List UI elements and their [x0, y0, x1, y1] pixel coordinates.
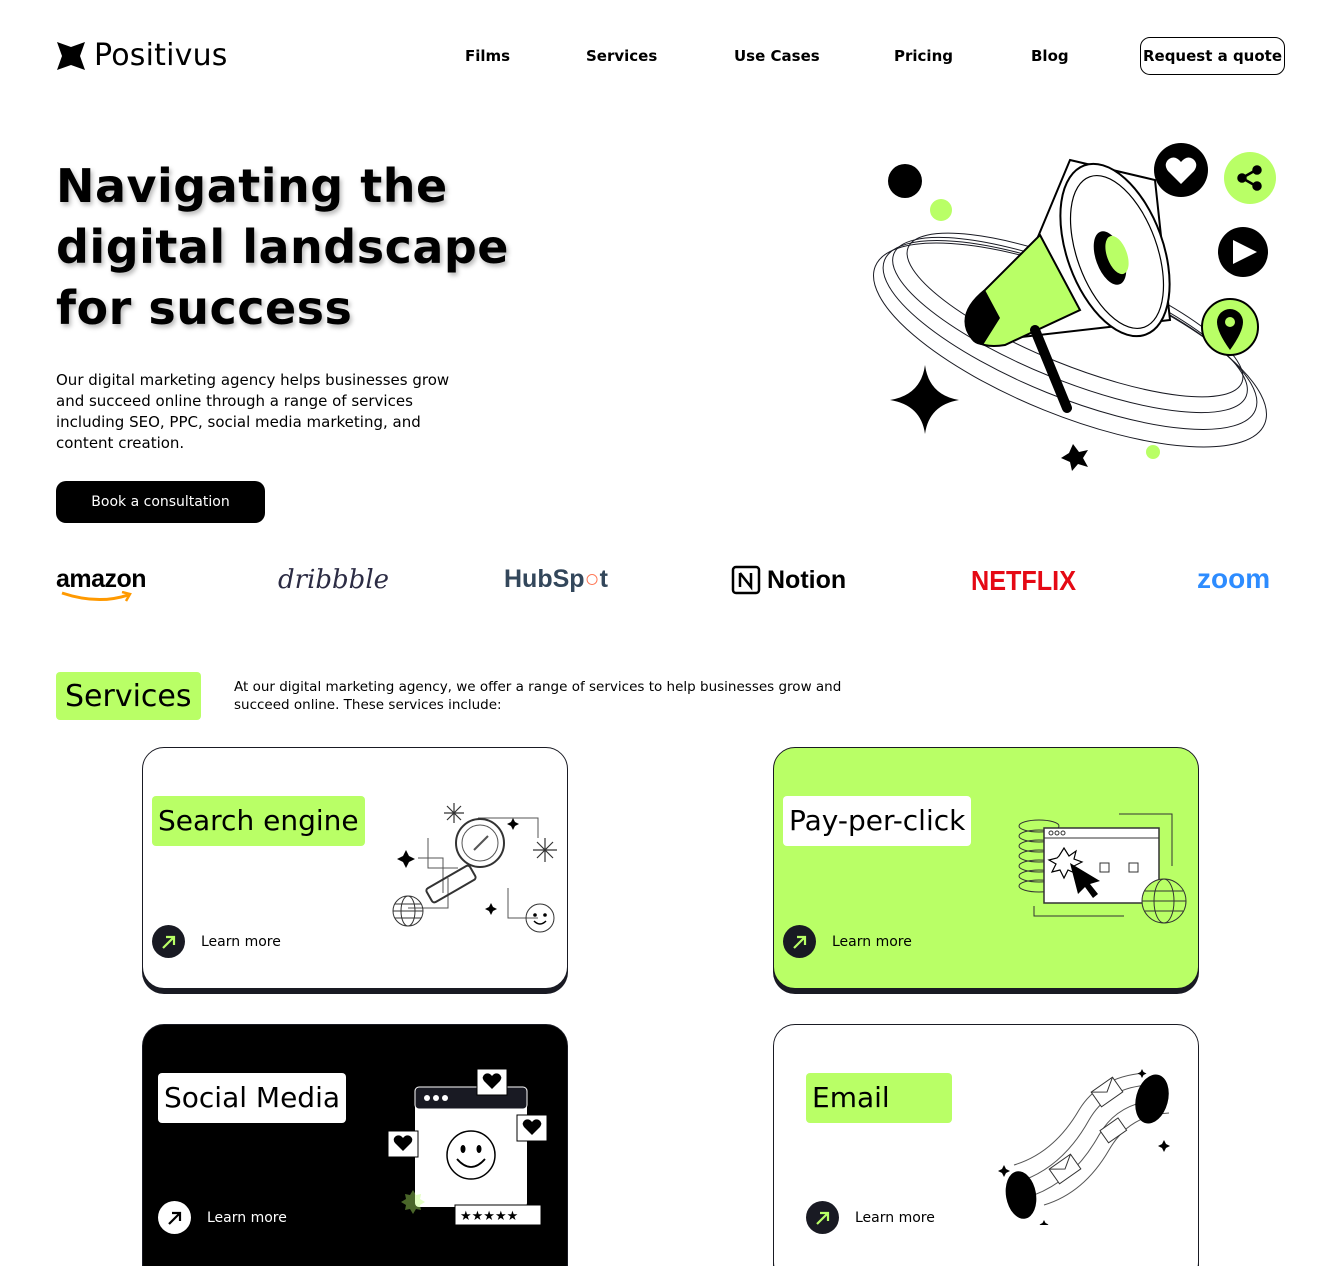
book-consultation-button[interactable]: Book a consultation	[56, 481, 265, 523]
logo-zoom: zoom	[1197, 563, 1271, 594]
learn-more-label: Learn more	[201, 933, 281, 950]
click-illustration	[1018, 813, 1187, 924]
hero-title-line-1: Navigating the	[56, 159, 448, 213]
card-title: Pay-per-click	[783, 796, 972, 846]
logo-hubspot-text: HubSp	[504, 565, 585, 593]
hero-title-line-2: digital landscape	[56, 220, 510, 274]
card-title: Search engine	[152, 796, 365, 846]
logo-netflix: NETFLIX	[971, 565, 1077, 596]
logo-dribbble: dribbble	[278, 565, 390, 595]
service-card-pay-per-click[interactable]: Pay-per-click Learn more	[773, 747, 1199, 989]
brand-name: Positivus	[94, 38, 228, 73]
card-title: Social Media	[158, 1073, 347, 1123]
service-card-social-media[interactable]: Social Media Learn more ★★★★★	[142, 1024, 568, 1266]
arrow-up-right-icon	[158, 1201, 191, 1234]
email-illustration	[998, 1069, 1170, 1225]
learn-more-link[interactable]: Learn more	[158, 1201, 287, 1234]
nav-pricing[interactable]: Pricing	[894, 47, 953, 65]
learn-more-link[interactable]: Learn more	[783, 925, 912, 958]
logo-star-icon	[57, 41, 85, 70]
logo-notion: Notion	[731, 565, 846, 595]
hubspot-sprocket-icon: ○	[584, 565, 600, 593]
arrow-up-right-icon	[783, 925, 816, 958]
learn-more-label: Learn more	[207, 1209, 287, 1226]
arrow-up-right-icon	[152, 925, 185, 958]
nav-blog[interactable]: Blog	[1031, 47, 1069, 65]
arrow-up-right-icon	[806, 1201, 839, 1234]
brand-logo[interactable]: Positivus	[56, 38, 228, 73]
logo-hubspot: HubSp○t	[504, 565, 608, 594]
logo-notion-text: Notion	[767, 565, 847, 594]
hero-description: Our digital marketing agency helps busin…	[56, 371, 450, 452]
request-quote-button[interactable]: Request a quote	[1140, 37, 1285, 75]
magnifier-illustration	[392, 803, 557, 933]
logo-hubspot-text-end: t	[599, 565, 608, 593]
notion-icon	[731, 565, 761, 595]
svg-text:★★★★★: ★★★★★	[460, 1209, 518, 1224]
learn-more-label: Learn more	[855, 1209, 935, 1226]
card-title: Email	[806, 1073, 952, 1123]
nav-films[interactable]: Films	[465, 47, 510, 65]
logo-amazon-text: amazon	[56, 565, 147, 593]
amazon-smile-icon	[61, 591, 132, 602]
learn-more-link[interactable]: Learn more	[152, 925, 281, 958]
service-card-search-engine[interactable]: Search engine Learn more	[142, 747, 568, 989]
nav-services[interactable]: Services	[586, 47, 657, 65]
learn-more-label: Learn more	[832, 933, 912, 950]
logo-amazon: amazon	[56, 565, 147, 602]
nav-use-cases[interactable]: Use Cases	[734, 47, 820, 65]
hero-title: Navigating the digital landscape for suc…	[56, 156, 556, 339]
social-media-illustration: ★★★★★	[387, 1068, 548, 1226]
services-heading: Services	[56, 672, 201, 720]
learn-more-link[interactable]: Learn more	[806, 1201, 935, 1234]
hero-title-line-3: for success	[56, 281, 353, 335]
service-card-email[interactable]: Email Learn more	[773, 1024, 1199, 1266]
services-intro: At our digital marketing agency, we offe…	[234, 679, 842, 713]
megaphone-illustration	[873, 143, 1276, 471]
